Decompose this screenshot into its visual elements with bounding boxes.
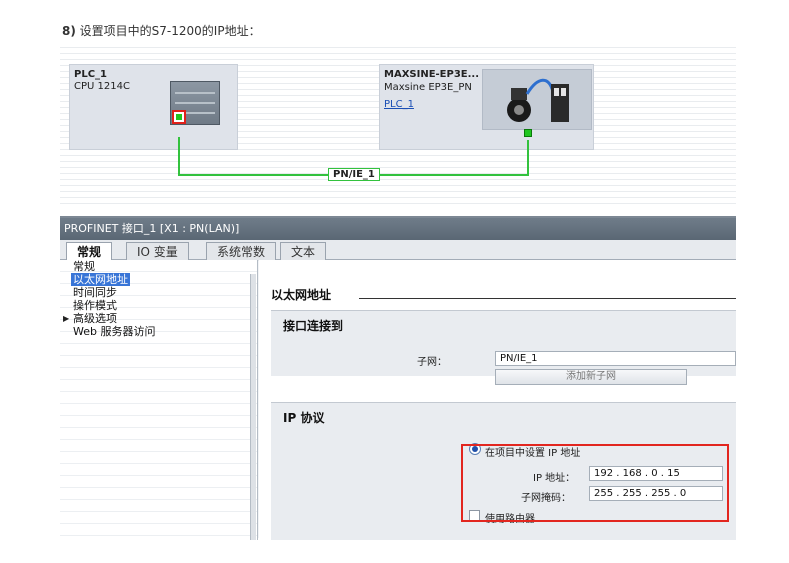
nav-item-general[interactable]: 常规 bbox=[73, 260, 95, 273]
interface-group-title: 接口连接到 bbox=[283, 319, 344, 333]
subnet-label[interactable]: PN/IE_1 bbox=[328, 168, 380, 181]
page-heading: 8) 设置项目中的S7-1200的IP地址： bbox=[62, 22, 261, 39]
servo-drive-image bbox=[482, 69, 592, 130]
drive-io-controller-link[interactable]: PLC_1 bbox=[384, 99, 414, 110]
nav-item-time-sync[interactable]: 时间同步 bbox=[73, 286, 117, 299]
tab-system-constants[interactable]: 系统常数 bbox=[206, 242, 277, 261]
add-subnet-button[interactable]: 添加新子网 bbox=[495, 369, 687, 385]
drive-drop-wire bbox=[527, 140, 529, 176]
section-title: 以太网地址 bbox=[271, 288, 332, 302]
nav-item-ethernet-address[interactable]: 以太网地址 bbox=[71, 273, 130, 286]
drive-profinet-port[interactable] bbox=[524, 129, 532, 137]
nav-item-advanced-options[interactable]: 高级选项 bbox=[73, 312, 117, 325]
plc-device[interactable]: PLC_1 CPU 1214C bbox=[69, 64, 238, 150]
plc-profinet-port[interactable] bbox=[172, 110, 186, 124]
ip-protocol-title: IP 协议 bbox=[283, 411, 325, 425]
nav-item-web-server-access[interactable]: Web 服务器访问 bbox=[73, 325, 155, 338]
properties-panel: PROFINET 接口_1 [X1 : PN(LAN)] 常规 IO 变量 系统… bbox=[60, 216, 736, 540]
left-nav: 常规 以太网地址 时间同步 操作模式 ▶ 高级选项 Web 服务器访问 bbox=[60, 260, 258, 540]
step-text: 设置项目中的S7-1200的IP地址： bbox=[79, 24, 261, 38]
interface-group: 接口连接到 子网： PN/IE_1 添加新子网 bbox=[271, 310, 736, 385]
plc-drop-wire bbox=[178, 137, 180, 175]
tab-general[interactable]: 常规 bbox=[66, 242, 113, 262]
section-divider bbox=[359, 298, 736, 299]
plc-name: PLC_1 bbox=[74, 69, 107, 80]
nav-item-operating-mode[interactable]: 操作模式 bbox=[73, 299, 117, 312]
tab-strip: 常规 IO 变量 系统常数 文本 bbox=[60, 240, 736, 262]
ip-settings-highlight bbox=[461, 444, 729, 522]
panel-splitter[interactable] bbox=[250, 274, 256, 540]
plc-type: CPU 1214C bbox=[74, 81, 130, 92]
panel-title: PROFINET 接口_1 [X1 : PN(LAN)] bbox=[60, 218, 736, 240]
drive-device[interactable]: MAXSINE-EP3E... Maxsine EP3E_PN PLC_1 bbox=[379, 64, 594, 150]
subnet-field-label: 子网： bbox=[417, 357, 447, 368]
step-number: 8) bbox=[62, 24, 76, 38]
drive-type: Maxsine EP3E_PN bbox=[384, 82, 472, 93]
subnet-select[interactable]: PN/IE_1 bbox=[495, 351, 736, 366]
drive-name: MAXSINE-EP3E... bbox=[384, 69, 480, 80]
tab-io-tags[interactable]: IO 变量 bbox=[126, 242, 189, 261]
network-view: PLC_1 CPU 1214C MAXSINE-EP3E... Maxsine … bbox=[60, 42, 736, 208]
expand-arrow-icon[interactable]: ▶ bbox=[63, 314, 69, 323]
tab-texts[interactable]: 文本 bbox=[280, 242, 327, 261]
